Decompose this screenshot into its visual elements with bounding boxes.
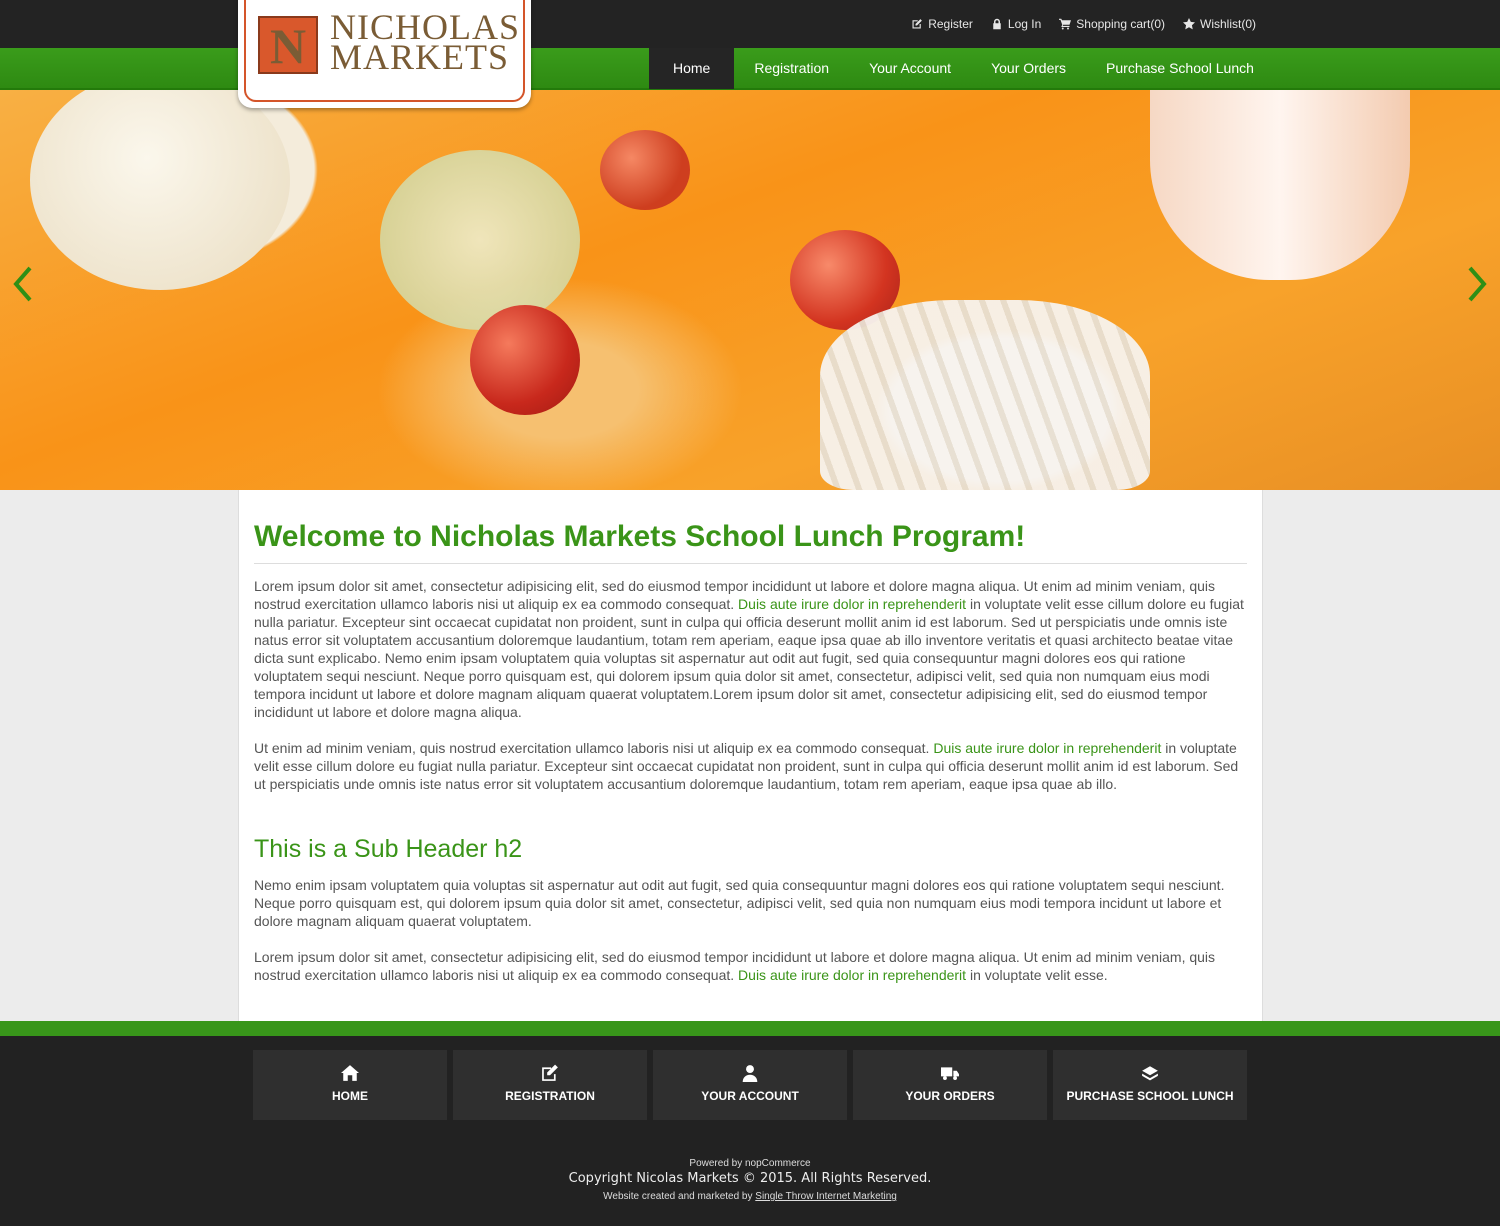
created-by-text: Website created and marketed by <box>603 1191 756 1202</box>
edit-icon <box>912 19 923 29</box>
shopping-cart-link[interactable]: Shopping cart(0) <box>1059 17 1165 31</box>
powered-by: Powered by nopCommerce <box>689 1158 811 1169</box>
third-paragraph: Nemo enim ipsam voluptatem quia voluptas… <box>254 877 1225 929</box>
footer-purchase-school-lunch-button[interactable]: PURCHASE SCHOOL LUNCH <box>1053 1050 1247 1120</box>
hero-slider <box>0 90 1500 490</box>
nav-your-account[interactable]: Your Account <box>849 48 971 89</box>
logo-line-2: MARKETS <box>330 37 510 77</box>
home-icon <box>341 1065 359 1081</box>
fourth-paragraph: Lorem ipsum dolor sit amet, consectetur … <box>254 948 1247 984</box>
footer: HOME REGISTRATION YOUR ACCOUNT YOUR ORDE… <box>0 1036 1500 1226</box>
created-by: Website created and marketed by Single T… <box>0 1191 1500 1202</box>
intro-text-2: in voluptate velit esse cillum dolore eu… <box>254 596 1244 720</box>
second-link[interactable]: Duis aute irure dolor in reprehenderit <box>933 740 1161 756</box>
site-logo[interactable]: N NICHOLAS MARKETS <box>238 0 531 108</box>
wishlist-link[interactable]: Wishlist(0) <box>1183 17 1256 31</box>
register-label: Register <box>928 17 973 31</box>
sub-header: This is a Sub Header h2 <box>254 835 523 863</box>
hero-food-lettuce <box>380 150 580 330</box>
created-by-link[interactable]: Single Throw Internet Marketing <box>755 1191 897 1202</box>
copyright: Copyright Nicolas Markets © 2015. All Ri… <box>568 1171 932 1186</box>
page-title: Welcome to Nicholas Markets School Lunch… <box>254 520 1247 564</box>
hero-food-milk <box>1150 90 1410 280</box>
user-icon <box>742 1065 758 1082</box>
lock-icon <box>993 18 1001 30</box>
chevron-right-icon <box>1468 266 1487 302</box>
footer-stripe <box>0 1021 1500 1036</box>
intro-link[interactable]: Duis aute irure dolor in reprehenderit <box>738 596 966 612</box>
fourth-link[interactable]: Duis aute irure dolor in reprehenderit <box>738 967 966 983</box>
slider-prev-button[interactable] <box>8 264 38 304</box>
second-paragraph: Ut enim ad minim veniam, quis nostrud ex… <box>254 739 1247 793</box>
chevron-left-icon <box>13 266 32 302</box>
footer-purchase-school-lunch-label: PURCHASE SCHOOL LUNCH <box>1066 1089 1234 1103</box>
main-nav-bar: Home Registration Your Account Your Orde… <box>0 48 1500 90</box>
shopping-cart-label: Shopping cart(0) <box>1076 17 1165 31</box>
truck-icon <box>941 1067 959 1080</box>
footer-your-account-button[interactable]: YOUR ACCOUNT <box>653 1050 847 1120</box>
wishlist-label: Wishlist(0) <box>1200 17 1256 31</box>
hero-food-egg <box>30 90 290 290</box>
second-text-1: Ut enim ad minim veniam, quis nostrud ex… <box>254 740 934 756</box>
footer-home-label: HOME <box>332 1089 368 1103</box>
nav-your-orders[interactable]: Your Orders <box>971 48 1086 89</box>
footer-registration-button[interactable]: REGISTRATION <box>453 1050 647 1120</box>
hero-food-tomato-3 <box>600 130 690 210</box>
cart-icon <box>1059 18 1072 30</box>
nav-purchase-school-lunch[interactable]: Purchase School Lunch <box>1086 48 1274 89</box>
hero-food-sandwich <box>820 300 1150 490</box>
logo-emblem: N <box>258 16 318 74</box>
nav-registration[interactable]: Registration <box>734 48 849 89</box>
intro-paragraph: Lorem ipsum dolor sit amet, consectetur … <box>254 577 1247 721</box>
lunch-icon <box>1142 1066 1158 1081</box>
fourth-text-2: in voluptate velit esse. <box>966 967 1108 983</box>
footer-nav: HOME REGISTRATION YOUR ACCOUNT YOUR ORDE… <box>253 1050 1247 1120</box>
top-bar: Register Log In Shopping cart(0) Wishlis… <box>0 0 1500 48</box>
slider-next-button[interactable] <box>1462 264 1492 304</box>
login-label: Log In <box>1007 17 1042 31</box>
logo-emblem-letter: N <box>269 18 307 74</box>
star-icon <box>1183 18 1195 30</box>
logo-wordmark: NICHOLAS MARKETS <box>330 9 520 77</box>
register-link[interactable]: Register <box>911 17 973 31</box>
main-nav: Home Registration Your Account Your Orde… <box>649 48 1274 89</box>
footer-your-orders-button[interactable]: YOUR ORDERS <box>853 1050 1047 1120</box>
footer-registration-label: REGISTRATION <box>505 1089 595 1103</box>
main-content: Welcome to Nicholas Markets School Lunch… <box>238 490 1263 1022</box>
footer-your-orders-label: YOUR ORDERS <box>905 1089 995 1103</box>
footer-your-account-label: YOUR ACCOUNT <box>701 1089 799 1103</box>
nav-home[interactable]: Home <box>649 48 735 89</box>
header-links: Register Log In Shopping cart(0) Wishlis… <box>911 17 1256 31</box>
footer-home-button[interactable]: HOME <box>253 1050 447 1120</box>
login-link[interactable]: Log In <box>991 17 1041 31</box>
edit-icon <box>542 1064 558 1081</box>
hero-food-tomato-1 <box>470 305 580 415</box>
